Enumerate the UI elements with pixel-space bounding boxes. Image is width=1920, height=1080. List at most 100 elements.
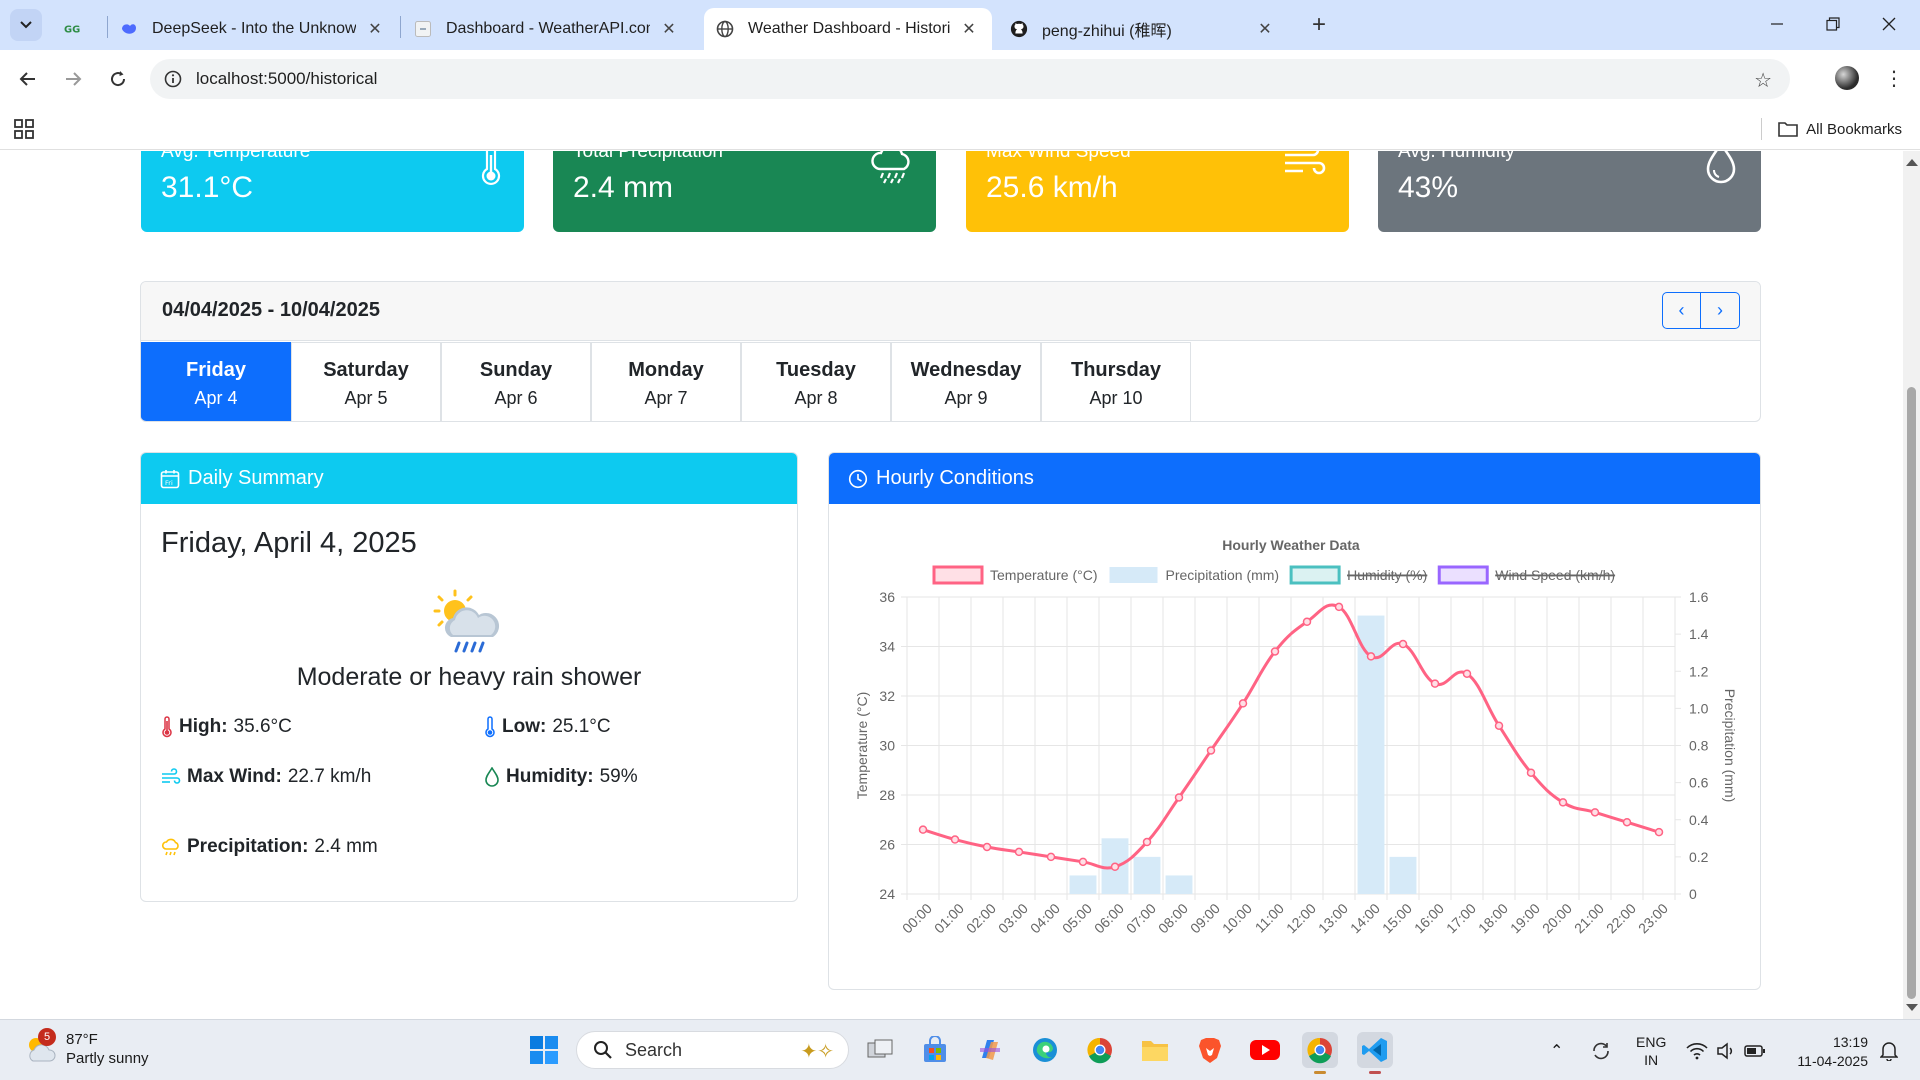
arrow-left-icon	[19, 72, 35, 86]
scrollbar-thumb[interactable]	[1907, 387, 1916, 999]
tab-weatherapi[interactable]: Dashboard - WeatherAPI.com ✕	[402, 8, 692, 50]
brave-button[interactable]	[1192, 1032, 1228, 1068]
chrome-icon	[1087, 1037, 1112, 1064]
daily-summary-panel: Fri Daily Summary Friday, April 4, 2025 …	[140, 452, 798, 902]
day-tab-friday[interactable]: Friday Apr 4	[141, 342, 291, 421]
y-tick-label: 26	[879, 837, 895, 853]
day-name: Saturday	[323, 359, 409, 381]
close-window-button[interactable]	[1866, 8, 1912, 40]
chevron-right-icon: ›	[1717, 300, 1723, 320]
network-volume-battery[interactable]	[1686, 1020, 1766, 1080]
show-hidden-icons[interactable]: ⌃	[1550, 1020, 1563, 1080]
page-scrollbar[interactable]	[1903, 151, 1920, 1019]
sync-tray-icon[interactable]	[1590, 1020, 1612, 1080]
edge-button[interactable]	[1027, 1032, 1063, 1068]
temperature-point	[1142, 837, 1152, 847]
x-tick-label: 10:00	[1219, 900, 1255, 936]
rain-shower-icon	[431, 587, 505, 662]
chevron-down-icon	[20, 21, 32, 29]
summary-date: Friday, April 4, 2025	[161, 527, 417, 559]
youtube-button[interactable]	[1247, 1032, 1283, 1068]
battery-icon	[1744, 1044, 1765, 1057]
close-tab-icon[interactable]: ✕	[958, 18, 980, 40]
all-bookmarks-button[interactable]: All Bookmarks	[1761, 118, 1902, 140]
file-explorer-button[interactable]	[1137, 1032, 1173, 1068]
x-tick-label: 08:00	[1155, 900, 1191, 936]
y-tick-label: 34	[879, 639, 895, 655]
vscode-button[interactable]	[1357, 1032, 1393, 1074]
restore-button[interactable]	[1810, 8, 1856, 40]
day-tab-tuesday[interactable]: Tuesday Apr 8	[741, 342, 891, 421]
start-button[interactable]	[526, 1032, 562, 1068]
x-tick-label: 04:00	[1027, 900, 1063, 936]
close-tab-icon[interactable]: ✕	[364, 18, 386, 40]
site-info-icon[interactable]	[164, 70, 182, 88]
temperature-point	[1462, 669, 1472, 678]
next-week-button[interactable]: ›	[1701, 292, 1740, 329]
notifications-button[interactable]	[1880, 1020, 1898, 1080]
y2-tick-label: 1.4	[1689, 626, 1709, 642]
task-view-button[interactable]	[862, 1032, 898, 1068]
system-clock[interactable]: 13:19 11-04-2025	[1797, 1033, 1868, 1071]
y2-tick-label: 1.6	[1689, 589, 1709, 605]
bell-icon	[1880, 1041, 1898, 1061]
bookmark-star-icon[interactable]: ☆	[1754, 68, 1772, 93]
y2-tick-label: 0.8	[1689, 738, 1709, 754]
taskbar-search[interactable]: Search ✦✧	[576, 1031, 849, 1069]
chrome-button[interactable]	[1082, 1032, 1118, 1068]
all-bookmarks-label: All Bookmarks	[1806, 120, 1902, 138]
y2-tick-label: 1.0	[1689, 700, 1709, 716]
taskbar-weather-widget[interactable]: 5 87°F Partly sunny	[24, 1028, 149, 1068]
forward-button[interactable]	[57, 63, 89, 95]
new-tab-button[interactable]: +	[1304, 10, 1334, 40]
day-tab-monday[interactable]: Monday Apr 7	[591, 342, 741, 421]
minimize-button[interactable]	[1754, 8, 1800, 40]
profile-avatar[interactable]	[1835, 66, 1859, 90]
scroll-down-arrow-icon[interactable]	[1906, 1004, 1918, 1011]
scroll-up-arrow-icon[interactable]	[1906, 159, 1918, 166]
brave-icon	[1199, 1038, 1221, 1063]
copilot-button[interactable]	[972, 1032, 1008, 1068]
edge-icon	[1033, 1038, 1057, 1062]
tab-geeksforgeeks[interactable]: GG	[52, 8, 106, 50]
browser-menu-icon[interactable]: ⋮	[1884, 62, 1904, 94]
close-tab-icon[interactable]: ✕	[658, 18, 680, 40]
stat-card-precipitation: Total Precipitation 2.4 mm	[553, 151, 936, 232]
chrome-active-button[interactable]	[1302, 1032, 1338, 1074]
stat-card-wind: Max Wind Speed 25.6 km/h	[966, 151, 1349, 232]
temperature-point	[1430, 679, 1440, 688]
tab-deepseek[interactable]: DeepSeek - Into the Unknown ✕	[108, 8, 398, 50]
language-indicator[interactable]: ENG IN	[1636, 1020, 1666, 1080]
y-tick-label: 32	[879, 688, 895, 704]
day-tab-sunday[interactable]: Sunday Apr 6	[441, 342, 591, 421]
reload-button[interactable]	[102, 63, 134, 95]
folder-icon	[1142, 1041, 1168, 1061]
task-view-icon	[867, 1039, 893, 1058]
week-nav: ‹ ›	[1662, 292, 1740, 329]
address-bar[interactable]: localhost:5000/historical ☆	[150, 59, 1790, 99]
url-text[interactable]: localhost:5000/historical	[196, 69, 377, 89]
x-tick-label: 11:00	[1252, 900, 1288, 936]
tab-label: peng-zhihui (稚晖)	[1042, 23, 1172, 40]
y2-tick-label: 0.2	[1689, 849, 1709, 865]
tab-search-button[interactable]	[10, 9, 42, 41]
day-tab-saturday[interactable]: Saturday Apr 5	[291, 342, 441, 421]
y-tick-label: 36	[879, 589, 895, 605]
tab-github[interactable]: peng-zhihui (稚晖) ✕	[998, 8, 1288, 50]
day-name: Tuesday	[776, 359, 856, 381]
x-tick-label: 05:00	[1059, 900, 1095, 936]
tab-weather-dashboard[interactable]: Weather Dashboard - Historical ✕	[704, 8, 992, 50]
apps-grid-icon[interactable]	[13, 118, 35, 140]
stat-label: Max Wind Speed	[986, 151, 1131, 162]
legend-label: Precipitation (mm)	[1166, 567, 1280, 583]
prev-week-button[interactable]: ‹	[1662, 292, 1701, 329]
search-icon	[594, 1041, 612, 1059]
back-button[interactable]	[12, 63, 44, 95]
day-tab-wednesday[interactable]: Wednesday Apr 9	[891, 342, 1041, 421]
legend-label: Temperature (°C)	[990, 567, 1098, 583]
temperature-point	[1110, 862, 1120, 872]
day-tab-thursday[interactable]: Thursday Apr 10	[1041, 342, 1191, 421]
close-tab-icon[interactable]: ✕	[1254, 18, 1276, 40]
stat-card-temperature: Avg. Temperature 31.1°C	[141, 151, 524, 232]
microsoft-store-button[interactable]	[917, 1032, 953, 1068]
